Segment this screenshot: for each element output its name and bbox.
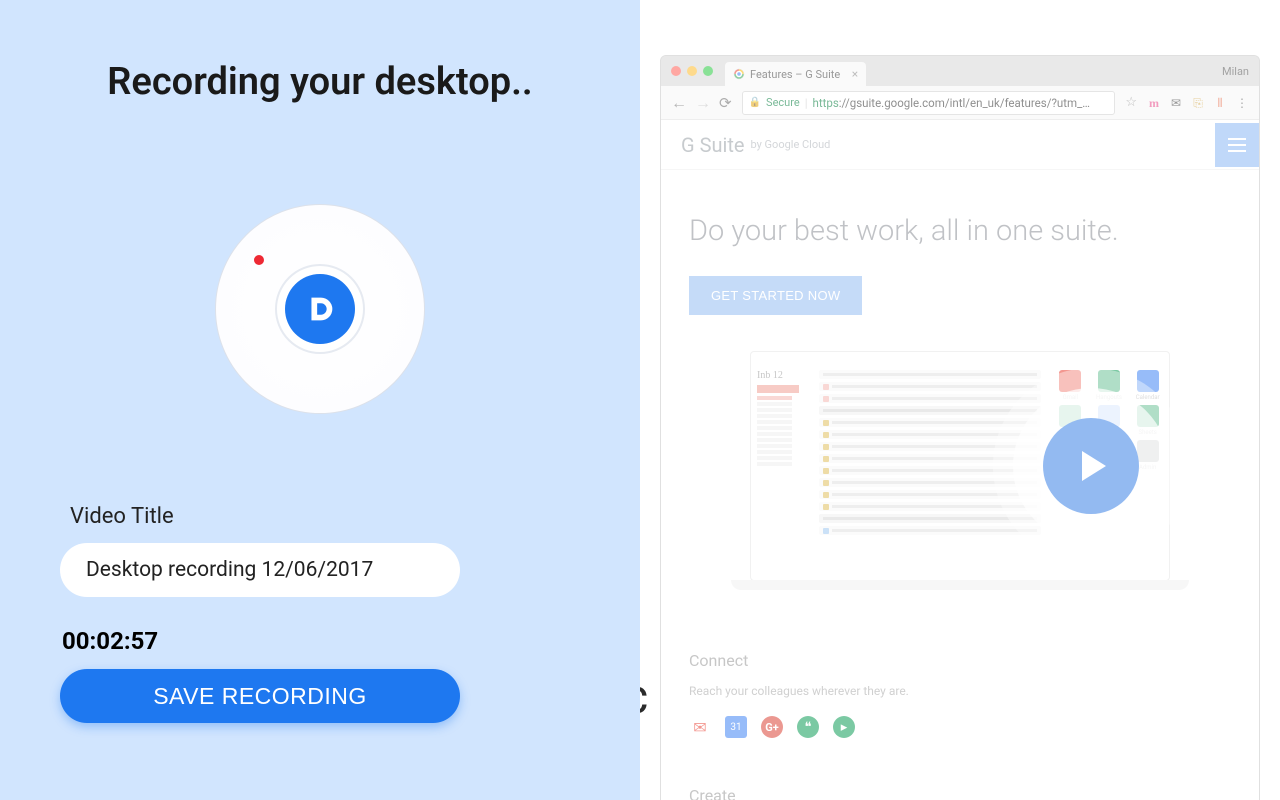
page-content: G Suite by Google Cloud Do your best wor… [661,120,1259,800]
app-label: Calendar [1136,394,1160,401]
mockup-main [811,366,1049,580]
video-title-input[interactable] [60,543,460,597]
app-icon [1059,370,1081,392]
extension-icon[interactable]: ⎘ [1191,96,1205,110]
app-icon [1098,370,1120,392]
create-heading: Create [689,786,1231,800]
connect-icons: ✉ 31 G+ ❝ ▸ [689,716,1231,738]
browser-tab-bar: Features – G Suite × Milan [661,56,1259,86]
recording-dot-icon [254,255,264,265]
reload-button[interactable]: ⟳ [719,94,732,112]
app-icon [1137,405,1159,427]
back-button[interactable]: ← [671,93,685,113]
app-icon [1137,440,1159,462]
app-logo-badge [285,274,355,344]
bookmark-star-icon[interactable]: ☆ [1125,95,1137,110]
app-tile[interactable]: Hangouts [1092,370,1127,401]
window-zoom-icon[interactable] [703,66,713,76]
laptop-mockup: Inb 12 [750,351,1170,581]
google-plus-icon[interactable]: G+ [761,716,783,738]
extension-icon[interactable]: ✉ [1169,96,1183,110]
browser-menu-icon[interactable]: ⋮ [1235,96,1249,110]
create-section: Create [689,786,1231,800]
recording-timer: 00:02:57 [62,627,580,655]
site-menu-button[interactable] [1215,123,1259,167]
app-label: Gmail [1063,394,1079,401]
app-icon [1137,370,1159,392]
hero-headline: Do your best work, all in one suite. [689,214,1231,248]
browser-tab[interactable]: Features – G Suite × [725,62,866,86]
browser-toolbar: ← → ⟳ 🔒 Secure | https://gsuite.google.c… [661,86,1259,120]
calendar-icon[interactable]: 31 [725,716,747,738]
hangouts-chat-icon[interactable]: ❝ [797,716,819,738]
app-logo-icon [301,290,339,328]
tab-favicon-icon [733,68,745,80]
site-logo-tagline: by Google Cloud [751,138,831,151]
app-tile[interactable]: Gmail [1053,370,1088,401]
hangouts-meet-icon[interactable]: ▸ [833,716,855,738]
video-title-label: Video Title [70,504,580,529]
tab-close-icon[interactable]: × [852,67,858,81]
mockup-sidebar: Inb 12 [751,366,811,580]
app-tile[interactable]: Sheets [1130,405,1165,436]
app-tile[interactable]: Calendar [1130,370,1165,401]
connect-text: Reach your colleagues wherever they are. [689,684,1231,698]
forward-button[interactable]: → [695,93,709,113]
hero-visual: Inb 12 [689,351,1231,581]
site-header: G Suite by Google Cloud [661,120,1259,170]
secure-label: Secure [766,96,800,109]
disc-inner-ring [275,264,365,354]
window-close-icon[interactable] [671,66,681,76]
play-video-button[interactable] [1043,418,1139,514]
browser-profile-name[interactable]: Milan [1222,65,1249,78]
recording-title: Recording your desktop.. [60,60,580,104]
address-bar[interactable]: 🔒 Secure | https://gsuite.google.com/int… [742,91,1116,115]
tab-title: Features – G Suite [750,68,840,81]
gmail-icon[interactable]: ✉ [689,716,711,738]
window-minimize-icon[interactable] [687,66,697,76]
url-scheme: https [813,96,839,110]
app-label: Sheets [1139,429,1157,436]
recording-panel: Recording your desktop.. Video Title 00:… [0,0,640,800]
save-recording-button[interactable]: SAVE RECORDING [60,669,460,723]
connect-section: Connect Reach your colleagues wherever t… [689,651,1231,738]
connect-heading: Connect [689,651,1231,670]
recording-disc [215,204,425,414]
hero-section: Do your best work, all in one suite. GET… [661,170,1259,800]
lock-icon: 🔒 [749,97,761,108]
site-logo[interactable]: G Suite [681,133,745,157]
app-label: Hangouts [1096,394,1122,401]
extension-icon[interactable]: m [1147,96,1161,110]
hamburger-icon [1228,144,1246,146]
url-rest: ://gsuite.google.com/intl/en_uk/features… [839,96,1090,110]
extension-icon[interactable]: ⫴ [1213,96,1227,110]
recording-indicator-wrap [60,204,580,414]
extension-icons: m ✉ ⎘ ⫴ ⋮ [1147,96,1249,110]
window-controls [671,66,713,76]
app-label: Admin [1139,464,1156,471]
get-started-button[interactable]: GET STARTED NOW [689,276,862,315]
browser-preview: Features – G Suite × Milan ← → ⟳ 🔒 Secur… [660,55,1260,800]
